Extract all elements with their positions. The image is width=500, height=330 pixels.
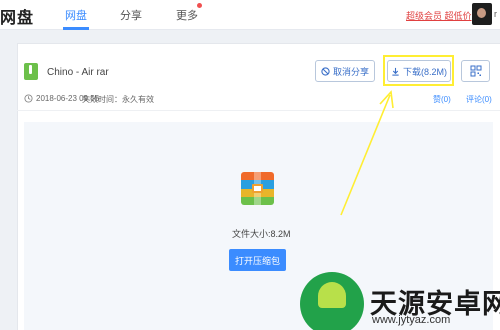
watermark-url: www.jytyaz.com	[372, 314, 451, 326]
annotation-arrow	[340, 90, 394, 216]
watermark-android-icon	[318, 282, 346, 308]
